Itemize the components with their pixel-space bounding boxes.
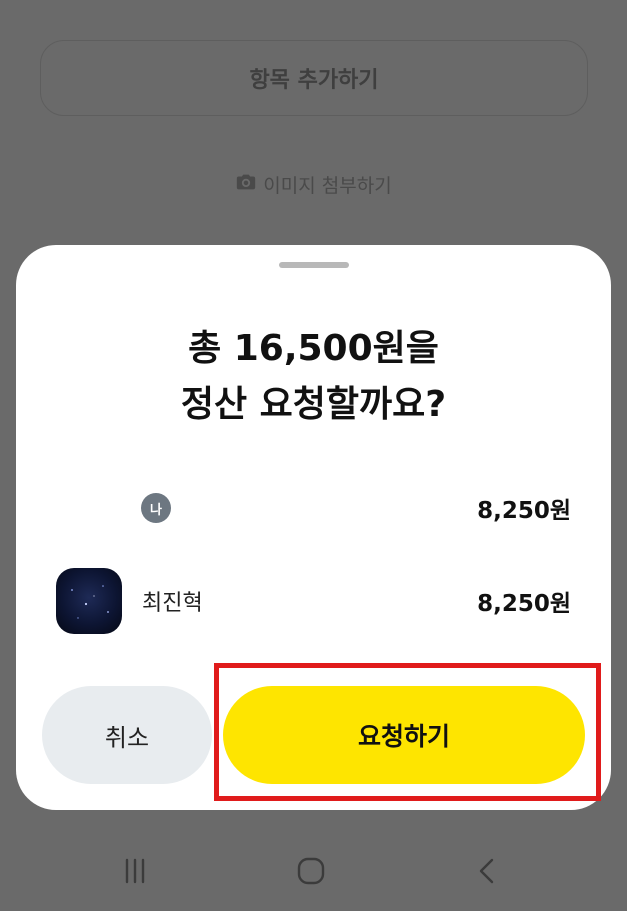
avatar bbox=[56, 568, 122, 634]
me-badge: 나 bbox=[141, 493, 171, 523]
attach-image-label: 이미지 첨부하기 bbox=[263, 174, 392, 197]
participant-amount: 8,250원 bbox=[477, 591, 571, 617]
home-icon[interactable] bbox=[286, 846, 336, 896]
title-line-1: 총 16,500원을 bbox=[188, 328, 439, 369]
settlement-bottom-sheet: 총 16,500원을 정산 요청할까요? 나 8,250원 최진혁 8,250원… bbox=[16, 245, 611, 810]
sheet-title: 총 16,500원을 정산 요청할까요? bbox=[16, 321, 611, 433]
add-item-button[interactable]: 항목 추가하기 bbox=[40, 40, 588, 116]
sheet-grabber[interactable] bbox=[279, 262, 349, 268]
participant-amount: 8,250원 bbox=[477, 498, 571, 524]
system-nav-bar bbox=[0, 830, 627, 911]
back-icon[interactable] bbox=[462, 846, 512, 896]
cancel-label: 취소 bbox=[104, 723, 150, 752]
recent-apps-icon[interactable] bbox=[110, 846, 160, 896]
title-line-2: 정산 요청할까요? bbox=[180, 384, 447, 425]
add-item-label: 항목 추가하기 bbox=[249, 68, 379, 93]
participant-row: 최진혁 8,250원 bbox=[16, 566, 611, 636]
cancel-button[interactable]: 취소 bbox=[42, 686, 212, 784]
attach-image-link[interactable]: 이미지 첨부하기 bbox=[0, 168, 627, 200]
participant-name: 최진혁 bbox=[142, 591, 203, 616]
request-label: 요청하기 bbox=[357, 722, 450, 751]
request-button[interactable]: 요청하기 bbox=[223, 686, 585, 784]
participant-row-me: 나 8,250원 bbox=[16, 473, 611, 543]
camera-icon bbox=[235, 171, 257, 198]
